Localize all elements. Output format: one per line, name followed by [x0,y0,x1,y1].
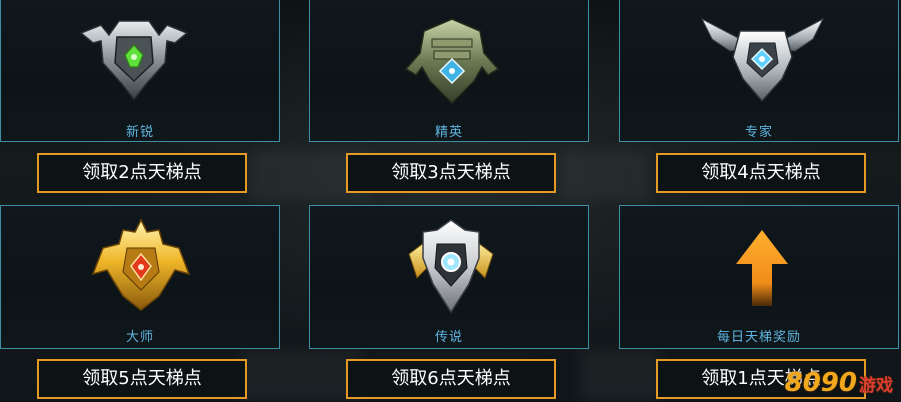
background-scenery [560,150,650,200]
rank-name-label: 新锐 [125,125,154,140]
rank-name-label: 每日天梯奖励 [716,330,801,345]
claim-6-points-button[interactable]: 领取6点天梯点 [346,359,556,399]
ladder-rewards-panel: 新锐 精英 专家 领取2点天梯点 领取3点天梯点 领取4点天梯点 大师 传说 每… [0,0,901,402]
rank-card-legend: 传说 [309,205,589,349]
rank-card-expert: 专家 [619,0,899,142]
rank-card-rookie: 新锐 [0,0,280,142]
legend-rank-badge-icon [408,219,494,314]
claim-4-points-button[interactable]: 领取4点天梯点 [656,153,866,193]
rank-card-daily: 每日天梯奖励 [619,205,899,349]
master-rank-badge-icon [91,218,191,311]
background-scenery [240,350,360,400]
rank-name-label: 传说 [434,330,463,345]
claim-3-points-button[interactable]: 领取3点天梯点 [346,153,556,193]
rank-card-master: 大师 [0,205,280,349]
rank-name-label: 大师 [125,330,154,345]
rank-card-elite: 精英 [309,0,589,142]
background-scenery [580,350,660,400]
rank-name-label: 精英 [434,125,463,140]
claim-5-points-button[interactable]: 领取5点天梯点 [37,359,247,399]
site-watermark-logo: 8090 游戏 [785,368,893,398]
orange-up-arrow-icon [736,230,788,306]
watermark-number: 8090 [784,368,857,398]
rank-name-label: 专家 [744,125,773,140]
expert-rank-badge-icon [700,17,825,103]
rookie-rank-badge-icon [79,20,189,101]
elite-rank-badge-icon [404,18,500,105]
claim-2-points-button[interactable]: 领取2点天梯点 [37,153,247,193]
watermark-text: 游戏 [859,376,893,396]
